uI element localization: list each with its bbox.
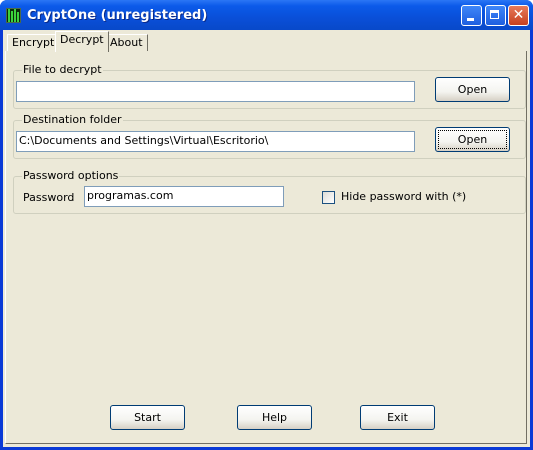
- destination-folder-label: Destination folder: [22, 113, 123, 126]
- file-to-decrypt-input[interactable]: [16, 81, 415, 102]
- password-options-group: Password options Password programas.com …: [13, 169, 526, 214]
- client-area: Encrypt Decrypt About File to decrypt Op…: [3, 30, 530, 447]
- tab-encrypt-label: Encrypt: [12, 36, 55, 49]
- app-icon[interactable]: [6, 8, 21, 23]
- file-to-decrypt-label: File to decrypt: [22, 63, 103, 76]
- password-label: Password: [23, 191, 75, 204]
- title-bar[interactable]: CryptOne (unregistered) ✕: [0, 0, 533, 30]
- minimize-button[interactable]: [461, 5, 482, 26]
- tab-about-label: About: [110, 36, 143, 49]
- tab-decrypt-label: Decrypt: [60, 33, 104, 46]
- close-icon: ✕: [512, 7, 525, 23]
- destination-folder-group: Destination folder C:\Documents and Sett…: [13, 113, 526, 159]
- app-window: CryptOne (unregistered) ✕ Encrypt Decryp…: [0, 0, 533, 450]
- file-to-decrypt-group: File to decrypt Open: [13, 63, 526, 109]
- help-button[interactable]: Help: [237, 405, 312, 430]
- tab-decrypt[interactable]: Decrypt: [55, 31, 109, 52]
- destination-folder-input[interactable]: C:\Documents and Settings\Virtual\Escrit…: [16, 131, 415, 152]
- decrypt-tab-page: File to decrypt Open Destination folder …: [5, 51, 527, 444]
- exit-button[interactable]: Exit: [360, 405, 435, 430]
- open-folder-button[interactable]: Open: [435, 127, 510, 152]
- hide-password-checkbox[interactable]: [322, 191, 335, 204]
- start-button[interactable]: Start: [110, 405, 185, 430]
- tab-encrypt[interactable]: Encrypt: [7, 34, 60, 51]
- window-title: CryptOne (unregistered): [27, 8, 208, 23]
- open-file-button[interactable]: Open: [435, 77, 510, 102]
- close-button[interactable]: ✕: [508, 5, 529, 26]
- password-options-label: Password options: [22, 169, 120, 182]
- hide-password-label[interactable]: Hide password with (*): [341, 190, 466, 203]
- maximize-button[interactable]: [485, 5, 506, 26]
- tab-about[interactable]: About: [105, 34, 148, 51]
- password-input[interactable]: programas.com: [84, 186, 284, 207]
